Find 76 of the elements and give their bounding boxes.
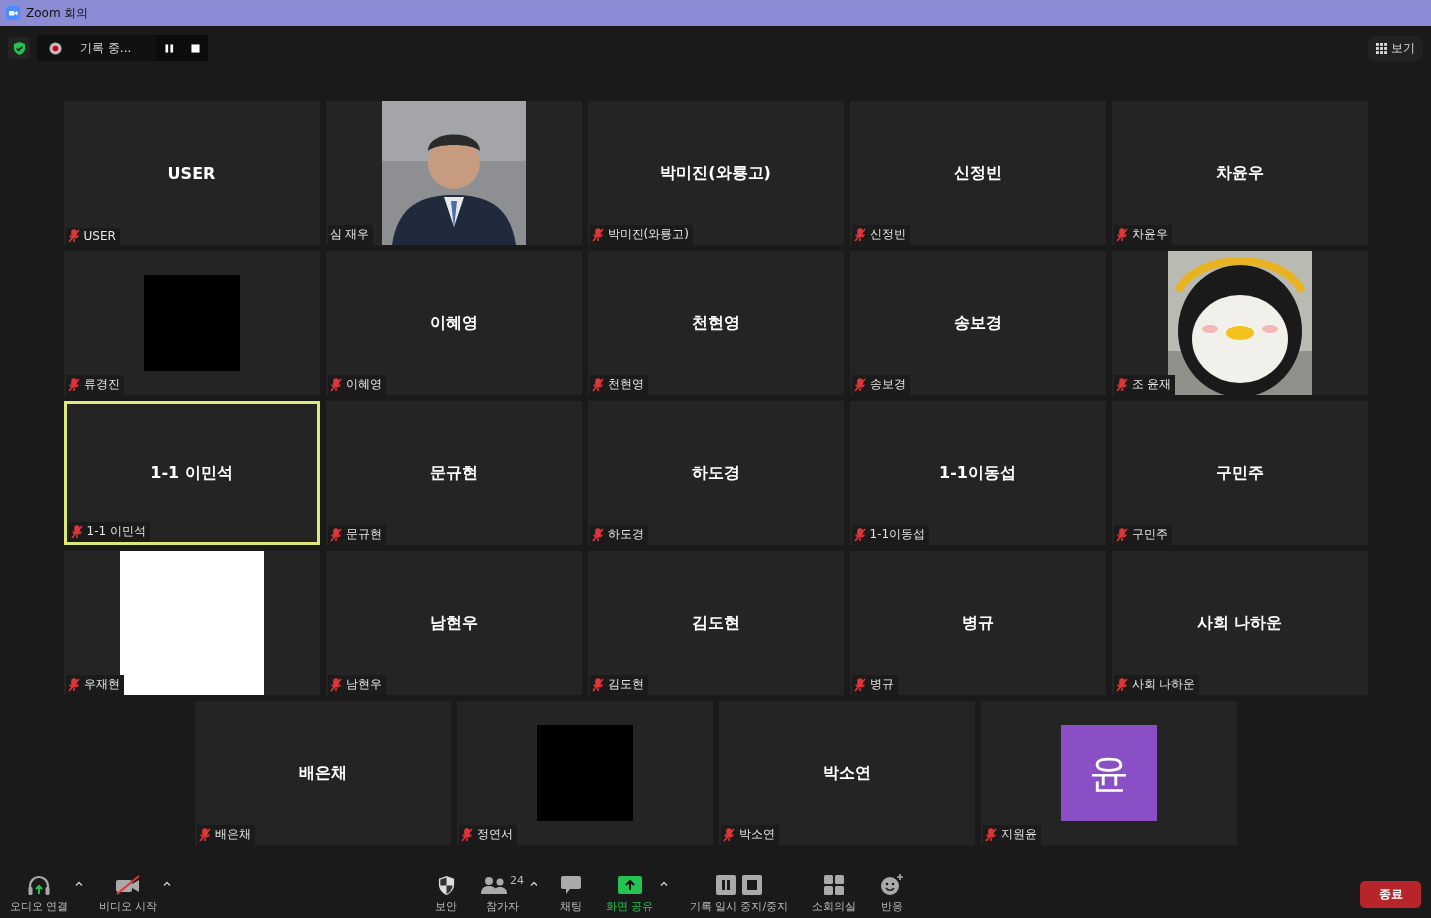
participant-name: USER	[167, 163, 216, 183]
participant-label: 박미진(와룡고)	[607, 226, 689, 243]
participant-label: 박소연	[738, 826, 775, 843]
security-button[interactable]: 보안	[433, 860, 459, 914]
participant-name: 신정빈	[953, 162, 1002, 184]
pause-stop-icon	[715, 875, 762, 895]
participant-label: 심 재우	[329, 226, 370, 243]
participant-name: 남현우	[429, 612, 478, 634]
participant-label: 남현우	[345, 676, 382, 693]
participant-label: 1-1 이민석	[86, 523, 146, 540]
caret-icon[interactable]	[74, 881, 83, 886]
caret-icon[interactable]	[659, 881, 668, 886]
participant-name: 하도경	[691, 462, 740, 484]
end-meeting-button[interactable]: 종료	[1360, 881, 1421, 908]
grid-icon	[1376, 42, 1387, 54]
smiley-add-icon	[880, 874, 905, 896]
recording-status: 기록 중...	[80, 39, 132, 57]
participant-label: 송보경	[869, 376, 906, 393]
participant-label: 배은채	[214, 826, 251, 843]
video-button[interactable]: 비디오 시작	[96, 860, 159, 914]
participant-label: 지원윤	[1000, 826, 1037, 843]
participant-label: 하도경	[607, 526, 644, 543]
participant-label: 1-1이동섭	[869, 526, 926, 543]
people-icon	[481, 876, 507, 894]
participant-name: 배은채	[298, 762, 347, 784]
participant-label: 신정빈	[869, 226, 906, 243]
reactions-button[interactable]: 반응	[878, 860, 907, 914]
headphones-icon	[27, 874, 52, 896]
record-icon	[49, 41, 62, 55]
participant-label: 문규현	[345, 526, 382, 543]
record-button[interactable]: 기록 일시 중지/중지	[687, 860, 791, 914]
participant-name: 병규	[961, 612, 994, 634]
participant-label: 사회 나하운	[1131, 676, 1196, 693]
audio-button[interactable]: 오디오 연결	[8, 860, 71, 914]
stop-icon[interactable]	[190, 43, 200, 53]
camera-off-icon	[114, 875, 141, 895]
participant-count: 24	[510, 874, 524, 887]
share-button[interactable]: 화면 공유	[604, 860, 656, 914]
share-screen-icon	[617, 876, 642, 894]
participant-label: 구민주	[1131, 526, 1168, 543]
participant-name: 1-1이동섭	[939, 462, 1016, 484]
caret-icon[interactable]	[163, 881, 171, 886]
participant-label: 김도현	[607, 676, 644, 693]
participant-name: 문규현	[429, 462, 478, 484]
participant-name: 박미진(와룡고)	[660, 162, 771, 184]
participant-label: 병규	[869, 676, 894, 693]
chat-bubble-icon	[560, 875, 582, 895]
participant-name: 이혜영	[429, 312, 478, 334]
participant-label: 류경진	[83, 376, 120, 393]
participant-name: 사회 나하운	[1196, 612, 1283, 634]
participant-name: 김도현	[691, 612, 740, 634]
breakout-button[interactable]: 소회의실	[810, 860, 859, 914]
participant-name: 차윤우	[1215, 162, 1264, 184]
view-button[interactable]: 보기	[1368, 35, 1423, 61]
participant-label: 정연서	[476, 826, 513, 843]
participant-label: 조 윤재	[1131, 376, 1172, 393]
participant-name: 송보경	[953, 312, 1002, 334]
four-squares-icon	[824, 875, 845, 895]
participant-label: USER	[83, 229, 116, 243]
participant-label: 이혜영	[345, 376, 382, 393]
window-title: Zoom 회의	[26, 4, 89, 22]
security-shield-icon[interactable]	[8, 37, 30, 59]
shield-icon	[436, 874, 456, 896]
chat-button[interactable]: 채팅	[558, 860, 584, 914]
participant-label: 천현영	[607, 376, 644, 393]
participant-label: 차윤우	[1131, 226, 1168, 243]
avatar: 윤	[1060, 725, 1157, 821]
pause-icon[interactable]	[164, 43, 174, 53]
camera-icon	[6, 6, 20, 20]
caret-icon[interactable]	[530, 881, 538, 886]
participant-name: 1-1 이민석	[150, 462, 233, 484]
participants-button[interactable]: 24 참가자	[479, 860, 526, 914]
participant-name: 구민주	[1215, 462, 1264, 484]
participant-name: 천현영	[691, 312, 740, 334]
participant-name: 박소연	[822, 762, 871, 784]
participant-label: 우재현	[83, 676, 120, 693]
